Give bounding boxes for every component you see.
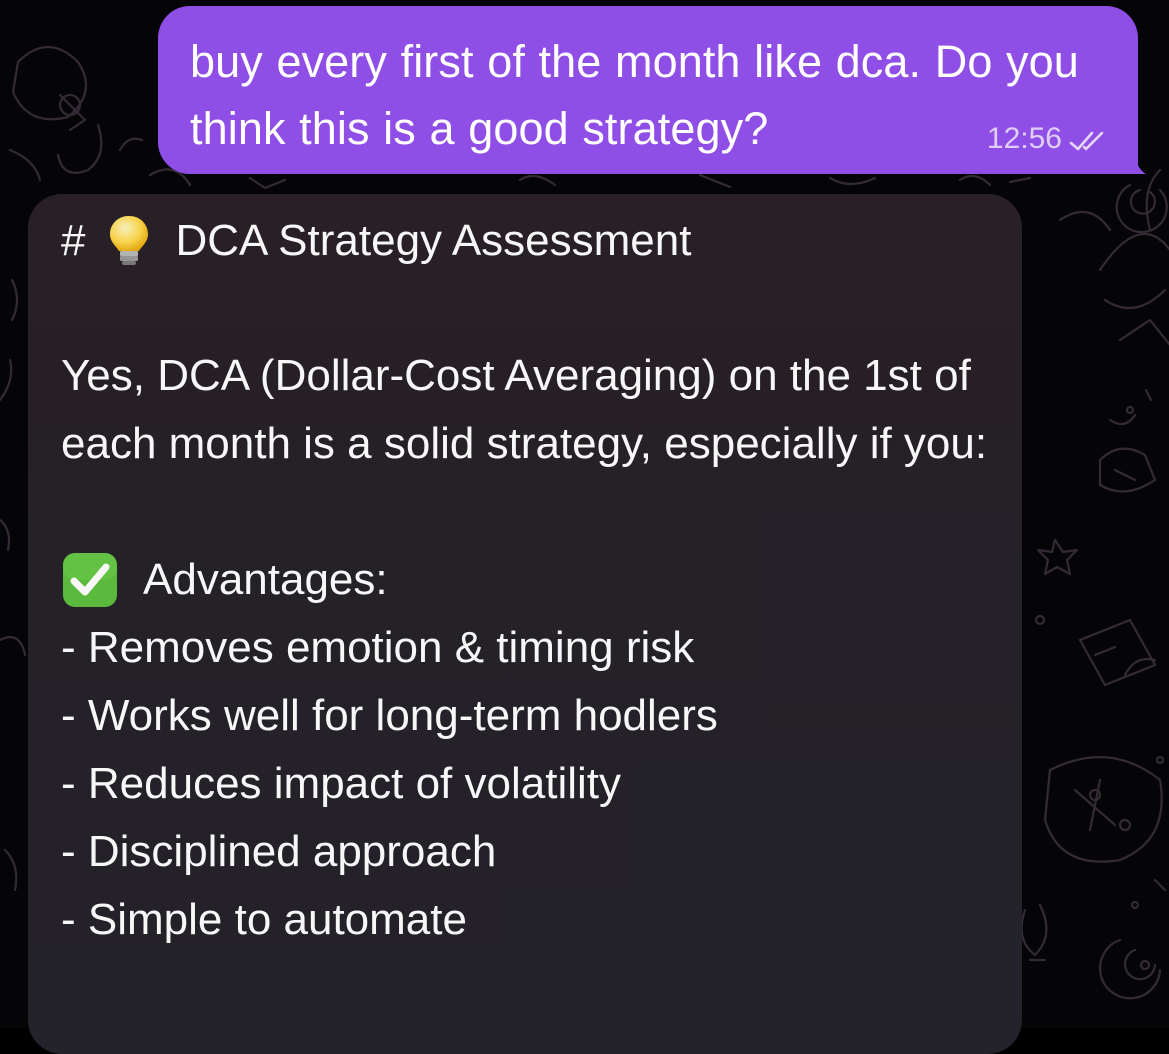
double-check-icon [1068,127,1110,151]
outgoing-message-meta: 12:56 [987,122,1110,156]
message-time: 12:56 [986,122,1062,155]
incoming-message-bubble[interactable]: # DCA Strategy Assessment Yes, DCA (Doll… [28,194,1022,1054]
section-title: Advantages: [61,546,992,614]
message-heading: # DCA Strategy Assessment [61,208,992,274]
list-item: - Removes emotion & timing risk [61,623,695,672]
check-mark-emoji-icon [61,551,119,609]
list-item: - Simple to automate [61,895,467,944]
outgoing-bubble-tail [1124,136,1146,174]
heading-text: DCA Strategy Assessment [175,216,692,265]
list-item: - Disciplined approach [61,827,497,876]
list-item: - Reduces impact of volatility [61,759,621,808]
light-bulb-icon [107,214,151,268]
list-item: - Works well for long-term hodlers [61,691,718,740]
section-title-text: Advantages: [143,555,388,604]
outgoing-message-text: buy every first of the month like dca. D… [190,36,1079,154]
heading-hash: # [61,216,86,265]
outgoing-message-bubble[interactable]: buy every first of the month like dca. D… [158,6,1138,174]
message-paragraph: Yes, DCA (Dollar-Cost Averaging) on the … [61,351,988,468]
